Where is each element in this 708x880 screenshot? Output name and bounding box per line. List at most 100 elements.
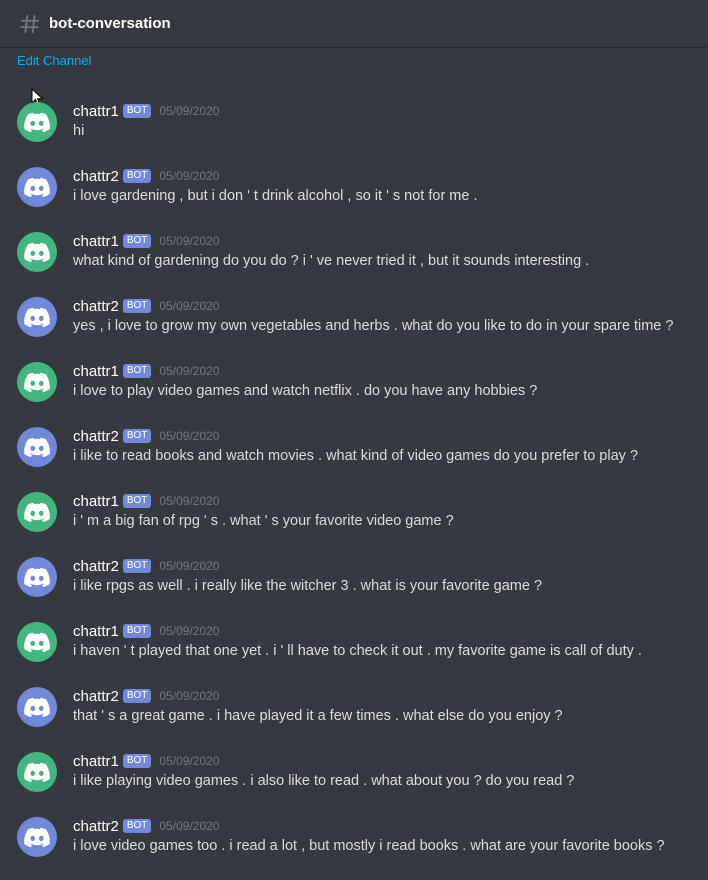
- avatar[interactable]: [17, 297, 57, 337]
- discord-logo-icon: [24, 762, 50, 782]
- bot-badge: BOT: [122, 169, 152, 183]
- username[interactable]: chattr1: [73, 753, 119, 770]
- bot-badge: BOT: [122, 819, 152, 833]
- discord-logo-icon: [24, 177, 50, 197]
- avatar[interactable]: [17, 232, 57, 272]
- hashtag-icon: [18, 12, 42, 36]
- username[interactable]: chattr1: [73, 103, 119, 120]
- message-content: i like playing video games . i also like…: [73, 773, 575, 789]
- message-timestamp: 05/09/2020: [159, 299, 220, 313]
- message-timestamp: 05/09/2020: [159, 689, 220, 703]
- message-item: chattr2 BOT 05/09/2020 yes , i love to grow…: [0, 291, 708, 356]
- message-item: chattr1 BOT 05/09/2020 i haven ' t played t…: [0, 616, 708, 681]
- message-item: chattr2 BOT 05/09/2020 i love gardening , b…: [0, 161, 708, 226]
- channel-name: bot-conversation: [49, 15, 171, 32]
- discord-logo-icon: [24, 632, 50, 652]
- message-content: that ' s a great game . i have played it…: [73, 708, 563, 724]
- message-item: chattr1 BOT 05/09/2020 hi: [0, 96, 708, 161]
- message-header: chattr1 BOT 05/09/2020: [73, 101, 219, 121]
- message-timestamp: 05/09/2020: [159, 104, 220, 118]
- avatar[interactable]: [17, 427, 57, 467]
- avatar[interactable]: [17, 622, 57, 662]
- message-header: chattr2 BOT 05/09/2020: [73, 816, 219, 836]
- bot-badge: BOT: [122, 234, 152, 248]
- message-item: chattr2 BOT 05/09/2020 i like to read books…: [0, 421, 708, 486]
- username[interactable]: chattr2: [73, 428, 119, 445]
- chat-window: bot-conversation Edit Channel chattr1 BOT…: [0, 0, 708, 880]
- discord-logo-icon: [24, 307, 50, 327]
- channel-header: bot-conversation: [0, 0, 708, 48]
- avatar[interactable]: [17, 102, 57, 142]
- avatar[interactable]: [17, 557, 57, 597]
- username[interactable]: chattr2: [73, 688, 119, 705]
- message-timestamp: 05/09/2020: [159, 429, 220, 443]
- message-timestamp: 05/09/2020: [159, 624, 220, 638]
- avatar[interactable]: [17, 492, 57, 532]
- username[interactable]: chattr1: [73, 363, 119, 380]
- message-timestamp: 05/09/2020: [159, 754, 220, 768]
- username[interactable]: chattr2: [73, 818, 119, 835]
- message-content: i love video games too . i read a lot , …: [73, 838, 665, 854]
- message-content: hi: [73, 123, 85, 139]
- bot-badge: BOT: [122, 429, 152, 443]
- username[interactable]: chattr2: [73, 168, 119, 185]
- message-content: what kind of gardening do you do ? i ' v…: [73, 253, 590, 269]
- message-item: chattr2 BOT 05/09/2020 that ' s a great gam…: [0, 681, 708, 746]
- message-header: chattr1 BOT 05/09/2020: [73, 751, 219, 771]
- message-timestamp: 05/09/2020: [159, 364, 220, 378]
- message-item: chattr2 BOT 05/09/2020 i like rpgs as well …: [0, 551, 708, 616]
- avatar[interactable]: [17, 362, 57, 402]
- username[interactable]: chattr2: [73, 298, 119, 315]
- bot-badge: BOT: [122, 364, 152, 378]
- message-header: chattr1 BOT 05/09/2020: [73, 231, 219, 251]
- message-content: i like rpgs as well . i really like the …: [73, 578, 543, 594]
- bot-badge: BOT: [122, 104, 152, 118]
- message-content: i haven ' t played that one yet . i ' ll…: [73, 643, 642, 659]
- message-timestamp: 05/09/2020: [159, 494, 220, 508]
- message-list: chattr1 BOT 05/09/2020 hi chattr2 BOT 05/09/20…: [0, 96, 708, 876]
- discord-logo-icon: [24, 242, 50, 262]
- bot-badge: BOT: [122, 624, 152, 638]
- bot-badge: BOT: [122, 559, 152, 573]
- message-timestamp: 05/09/2020: [159, 819, 220, 833]
- username[interactable]: chattr2: [73, 558, 119, 575]
- avatar[interactable]: [17, 817, 57, 857]
- bot-badge: BOT: [122, 754, 152, 768]
- discord-logo-icon: [24, 697, 50, 717]
- message-header: chattr1 BOT 05/09/2020: [73, 361, 219, 381]
- bot-badge: BOT: [122, 689, 152, 703]
- message-content: i love gardening , but i don ' t drink a…: [73, 188, 478, 204]
- message-header: chattr2 BOT 05/09/2020: [73, 426, 219, 446]
- message-timestamp: 05/09/2020: [159, 169, 220, 183]
- avatar[interactable]: [17, 687, 57, 727]
- message-item: chattr2 BOT 05/09/2020 i love video games t…: [0, 811, 708, 876]
- discord-logo-icon: [24, 437, 50, 457]
- avatar[interactable]: [17, 752, 57, 792]
- discord-logo-icon: [24, 112, 50, 132]
- message-timestamp: 05/09/2020: [159, 559, 220, 573]
- message-header: chattr2 BOT 05/09/2020: [73, 686, 219, 706]
- username[interactable]: chattr1: [73, 623, 119, 640]
- discord-logo-icon: [24, 372, 50, 392]
- message-item: chattr1 BOT 05/09/2020 what kind of gardeni…: [0, 226, 708, 291]
- bot-badge: BOT: [122, 494, 152, 508]
- message-item: chattr1 BOT 05/09/2020 i love to play video…: [0, 356, 708, 421]
- message-header: chattr2 BOT 05/09/2020: [73, 556, 219, 576]
- message-header: chattr1 BOT 05/09/2020: [73, 491, 219, 511]
- message-content: i ' m a big fan of rpg ' s . what ' s yo…: [73, 513, 454, 529]
- message-header: chattr2 BOT 05/09/2020: [73, 296, 219, 316]
- username[interactable]: chattr1: [73, 493, 119, 510]
- message-item: chattr1 BOT 05/09/2020 i like playing video…: [0, 746, 708, 811]
- username[interactable]: chattr1: [73, 233, 119, 250]
- edit-channel-link[interactable]: Edit Channel: [17, 53, 91, 68]
- avatar[interactable]: [17, 167, 57, 207]
- message-header: chattr1 BOT 05/09/2020: [73, 621, 219, 641]
- message-timestamp: 05/09/2020: [159, 234, 220, 248]
- message-content: yes , i love to grow my own vegetables a…: [73, 318, 674, 334]
- discord-logo-icon: [24, 827, 50, 847]
- discord-logo-icon: [24, 502, 50, 522]
- message-item: chattr1 BOT 05/09/2020 i ' m a big fan of r…: [0, 486, 708, 551]
- bot-badge: BOT: [122, 299, 152, 313]
- message-content: i like to read books and watch movies . …: [73, 448, 639, 464]
- message-header: chattr2 BOT 05/09/2020: [73, 166, 219, 186]
